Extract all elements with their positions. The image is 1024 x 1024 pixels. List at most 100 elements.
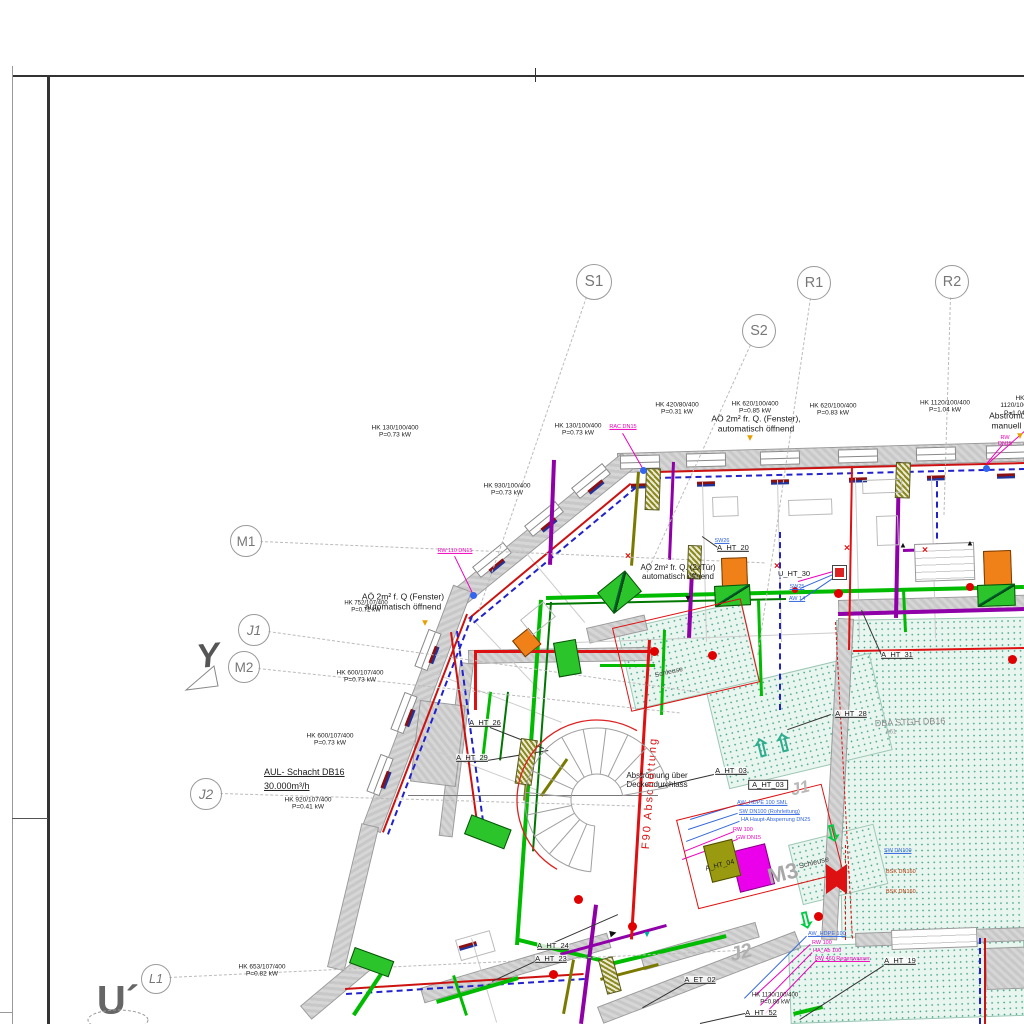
annotation: BSK DN160 [886, 869, 916, 875]
annotation: A_HT_52 [745, 1009, 777, 1017]
annotation: A_HT_28 [835, 710, 867, 718]
annotation: RW 100 [812, 940, 832, 946]
window [686, 452, 726, 467]
damper-dot [834, 589, 843, 598]
annotation: A_HT_03 [715, 767, 747, 775]
symbol-glyph: ▶ [609, 928, 617, 938]
annotation: HK 920/107/400 P=0.41 kW [285, 797, 332, 812]
annotation: U_HT_30 [778, 570, 810, 578]
radiator [997, 473, 1015, 479]
damper-dot [549, 970, 558, 979]
grid-marker-m2: M2 [228, 651, 260, 683]
annotation: HK 1120/100/400 P=1.04 kW [920, 400, 970, 415]
annotation: Abströmung manuell zu [989, 411, 1024, 430]
annotation: SW DN100 (Rohrleitung) [739, 809, 800, 815]
grid-marker-label: M1 [237, 534, 256, 549]
annotation: AÖ 2m² fr. Q. (Fenster), automatisch öff… [711, 414, 800, 433]
grid-marker-r1: R1 [797, 266, 831, 300]
grid-marker-label: R1 [805, 275, 823, 291]
annotation: AW_HDPE 100 SML [737, 800, 788, 806]
window [760, 450, 800, 465]
annotation: A_HT_24 [537, 942, 569, 950]
grid-marker-r2: R2 [935, 265, 969, 299]
room-stamp [891, 927, 978, 950]
damper-dot [650, 647, 659, 656]
symbol-glyph: ▲ [966, 539, 974, 548]
grid-marker-label: S1 [585, 273, 604, 291]
annotation: A61 [886, 730, 897, 737]
grid-marker-label: S2 [750, 323, 768, 339]
fire-protection-line [845, 845, 846, 940]
annotation: AÖ 2m² fr. Q. (2xTür) automatisch öffnen… [640, 564, 715, 582]
annotation: RW 460 Regenwasser [815, 956, 870, 962]
annotation: HK 653/107/400 P=0.82 kW [239, 964, 286, 979]
extract-air-duct [579, 904, 598, 1023]
fan-unit [597, 570, 642, 614]
grid-marker-label: J2 [199, 787, 213, 802]
furniture [788, 498, 833, 516]
symbol-glyph: ▾ [1017, 431, 1022, 442]
duct-riser [515, 738, 538, 786]
partition-line [855, 478, 860, 640]
radiator [771, 479, 789, 485]
annotation: AW_HDPE 100 [808, 931, 846, 937]
annotation: RW 110 DN15 [438, 548, 473, 554]
heating-return-pipe [779, 532, 781, 710]
annotation: SW25 [790, 584, 805, 590]
annotation: HK 130/100/400 P=0.73 kW [555, 423, 602, 438]
room-letter: U´ [97, 979, 139, 1024]
damper-dot [628, 922, 637, 931]
damper-dot [1008, 655, 1017, 664]
heating-flow-pipe [984, 938, 986, 1024]
annotation: RAC DN15 [609, 424, 636, 430]
window [838, 448, 878, 463]
grid-marker-label: M2 [235, 660, 254, 675]
construction-line [408, 795, 658, 796]
annotation: HK 620/100/400 P=0.83 kW [810, 403, 857, 418]
annotation: RW 100 [733, 827, 753, 833]
annotation: A_HT_20 [717, 544, 749, 552]
annotation: HA Haupt-Absperrung DN25 [741, 817, 810, 823]
window [916, 446, 956, 461]
connection-dot [640, 467, 647, 474]
damper-dot [574, 895, 583, 904]
annotation: HK 930/100/400 P=0.73 kW [484, 483, 531, 498]
grid-marker-m1: M1 [230, 525, 262, 557]
grid-marker-j2: J2 [190, 778, 222, 810]
grid-marker-label: J1 [247, 623, 261, 638]
symbol-glyph: ✕ [922, 546, 929, 555]
symbol-glyph: ▾ [747, 433, 752, 444]
room-letter: Y [195, 636, 222, 676]
duct-riser [645, 468, 661, 510]
furniture [455, 930, 496, 961]
damper-dot [708, 651, 717, 660]
annotation: 30.000m³/h [264, 781, 310, 791]
grid-marker-label: L1 [149, 972, 163, 986]
radiator [927, 475, 945, 481]
floor-plan-sheet: S1S2R1R2M1J1M2J2L1⇧⇧⇩⇩▲▲▼▶▼▾▾▾✕✕✕✕YU´M3J… [0, 0, 1024, 1024]
furniture [712, 496, 739, 517]
annotation: SW DN100 [884, 848, 912, 854]
furniture [862, 479, 902, 494]
annotation: HK 1130/100/400 P=0.86 kW [752, 992, 798, 1005]
annotation: HA_Ab 100 [813, 948, 841, 954]
air-outlet [553, 639, 582, 677]
grid-marker-l1: L1 [141, 964, 171, 994]
annotation: RW DN15 [996, 435, 1015, 447]
annotation: HK 420/80/400 P=0.31 kW [655, 402, 698, 417]
air-outlet [464, 814, 512, 849]
wall [985, 947, 1024, 990]
kitchen-air-duct [562, 959, 575, 1014]
annotation: BSK DN160 [886, 889, 916, 895]
symbol-glyph: ▼ [643, 929, 652, 939]
symbol-glyph: ✕ [844, 544, 851, 553]
damper-dot [966, 583, 974, 591]
grid-marker-j1: J1 [238, 614, 270, 646]
plan-area: S1S2R1R2M1J1M2J2L1⇧⇧⇩⇩▲▲▼▶▼▾▾▾✕✕✕✕YU´M3J… [0, 0, 1024, 1024]
label-leader [700, 1013, 745, 1024]
radiator [697, 481, 715, 487]
annotation: A_HT_23 [535, 955, 567, 963]
grid-marker-s2: S2 [742, 314, 776, 348]
annotation: HK 130/100/400 P=0.73 kW [372, 425, 419, 440]
symbol-glyph: ▾ [422, 618, 427, 629]
